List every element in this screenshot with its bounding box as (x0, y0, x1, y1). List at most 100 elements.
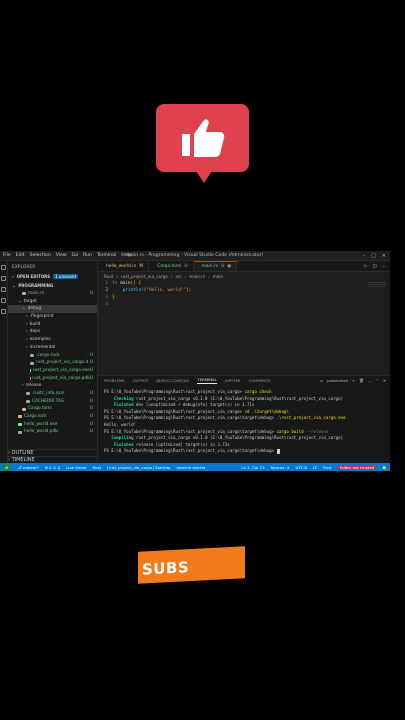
chevron-down-icon: ⌄ (18, 298, 22, 304)
more-actions-icon[interactable]: … (368, 378, 372, 383)
activity-bar (0, 261, 8, 463)
tree-item-hello-pdb[interactable]: hello_world.pdb U (8, 428, 97, 436)
chevron-down-icon: ⌄ (22, 306, 26, 312)
window-title: main.rs - Programming - Visual Studio Co… (126, 253, 264, 258)
tree-item-debug[interactable]: ⌄ debug (8, 305, 97, 314)
remote-icon[interactable]: ⇄ (2, 463, 12, 471)
thumbs-up-icon (182, 119, 225, 157)
run-icon[interactable]: ▷ (364, 264, 367, 269)
tree-item-fingerprint[interactable]: › .fingerprint (8, 313, 97, 321)
timeline-section[interactable]: › TIMELINE (8, 456, 98, 463)
split-editor-icon[interactable]: ◫ (372, 264, 376, 269)
language-mode[interactable]: Rust (323, 465, 332, 470)
chevron-right-icon: › (26, 337, 28, 343)
subscribe-text: SUBS (142, 558, 190, 579)
close-panel-icon[interactable]: ✕ (383, 378, 386, 383)
exe-file-icon (18, 423, 22, 427)
code-editor[interactable]: 1 fn main() { 2 println!("Hello, world!"… (98, 280, 390, 375)
tree-item-incremental[interactable]: › incremental (8, 344, 97, 352)
tree-item-cargo-toml[interactable]: Cargo.toml U (8, 405, 97, 413)
file-icon (30, 361, 34, 365)
outline-section[interactable]: › OUTLINE (8, 449, 98, 456)
chevron-right-icon: › (26, 321, 28, 327)
tab-problems[interactable]: PROBLEMS (104, 378, 125, 383)
chevron-right-icon: › (26, 329, 28, 335)
tree-item-rustc-info[interactable]: .rustc_info.json U (8, 390, 97, 398)
exe-file-icon (30, 369, 31, 373)
json-file-icon (26, 392, 30, 396)
title-bar: File Edit Selection View Go Run Terminal… (0, 251, 390, 261)
tree-item-project-pdb[interactable]: rust_project_via_cargo.pdb U (8, 375, 97, 383)
trust-notice[interactable]: Editor not trusted (337, 464, 377, 470)
tree-item-target[interactable]: ⌄ target (8, 298, 97, 306)
chevron-right-icon: › (12, 274, 14, 279)
extensions-icon[interactable] (1, 309, 6, 314)
tree-item-deps[interactable]: › deps (8, 328, 97, 336)
chevron-right-icon: › (8, 450, 10, 456)
lock-file-icon (18, 415, 22, 419)
rust-analyzer-status[interactable]: [rust_project_via_cargo] Starting (107, 465, 170, 470)
tree-item-examples[interactable]: › examples (8, 336, 97, 344)
shell-selector[interactable]: powershell (327, 378, 348, 383)
add-terminal-icon[interactable]: + (352, 378, 355, 383)
tree-item-cargo-lock-file[interactable]: .cargo-lock U (8, 352, 97, 360)
chevron-down-icon: ⌄ (12, 283, 16, 288)
tab-debug-console[interactable]: DEBUG CONSOLE (156, 378, 189, 383)
code-line: 2 println!("Hello, world!"); (105, 288, 192, 293)
subscribe-banner[interactable]: SUBS (138, 546, 245, 584)
code-line: 4 (105, 302, 108, 307)
minimap[interactable] (368, 282, 386, 287)
tab-jupyter[interactable]: JUPYTER (225, 378, 241, 383)
indentation[interactable]: Spaces: 4 (271, 465, 290, 470)
panel-tabs: PROBLEMS OUTPUT DEBUG CONSOLE TERMINAL J… (98, 376, 390, 385)
unsaved-badge: 1 unsaved (53, 274, 78, 279)
breadcrumb: Rust › rust_project_via_cargo › src › main.… (104, 273, 224, 279)
tree-item-cachedir[interactable]: CACHEDIR.TAG U (8, 398, 97, 406)
tab-terminal[interactable]: TERMINAL (197, 377, 217, 384)
tabnine-status[interactable]: tabnine starter (177, 465, 206, 470)
code-line: 1 fn main() { (105, 281, 142, 286)
eol[interactable]: LF (313, 465, 317, 470)
explorer-header: EXPLORER (12, 264, 36, 269)
terminal-output[interactable]: PS E:\0_YouTube\Programming\Rust\rust_pr… (98, 385, 390, 455)
tree-item-project-exe[interactable]: rust_project_via_cargo.exe U (8, 367, 97, 375)
more-actions-icon[interactable]: … (382, 264, 386, 269)
tree-item-cargo-lock[interactable]: Cargo.lock U (8, 413, 97, 421)
problems-status[interactable]: ⊗ 0 ⚠ 0 (45, 465, 60, 470)
tab-output[interactable]: OUTPUT (133, 378, 148, 383)
trash-icon[interactable]: 🗑 (359, 378, 364, 383)
tree-item-project-d[interactable]: rust_project_via_cargo.d U (8, 359, 97, 367)
code-line: 3 } (105, 295, 115, 300)
tab-main-rs[interactable]: main.rs U ● (193, 261, 238, 271)
tree-item-main-rs[interactable]: main.rs U (8, 290, 97, 298)
rust-file-icon (22, 292, 26, 296)
file-icon (26, 399, 30, 403)
tree-item-hello-exe[interactable]: hello_world.exe U (8, 421, 97, 429)
open-editors-section[interactable]: › OPEN EDITORS 1 unsaved (8, 272, 97, 281)
chevron-up-icon[interactable]: ⌃ (376, 378, 379, 383)
branch-status[interactable]: ⎇ master* (17, 465, 38, 470)
chevron-right-icon: › (26, 344, 28, 350)
rust-status[interactable]: Rust (93, 465, 102, 470)
terminal-icon: ▭ (319, 378, 324, 383)
vscode-window: File Edit Selection View Go Run Terminal… (0, 251, 390, 471)
file-icon (30, 353, 34, 357)
tab-hello-world[interactable]: hello_world.rs M (98, 261, 150, 271)
tree-item-build[interactable]: › build (8, 321, 97, 329)
editor-tabs: hello_world.rs M Cargo.toml U main.rs U … (98, 261, 390, 272)
tree-item-release[interactable]: › release (8, 382, 97, 390)
explorer-sidebar: EXPLORER › OPEN EDITORS 1 unsaved ⌄ PROG… (8, 261, 98, 463)
workspace-section[interactable]: ⌄ PROGRAMMING (8, 281, 97, 290)
encoding[interactable]: UTF-8 (295, 465, 306, 470)
tab-cargo-toml[interactable]: Cargo.toml U (149, 261, 194, 271)
file-icon (18, 430, 22, 434)
live-share-button[interactable]: Live Share (66, 465, 86, 470)
run-debug-icon[interactable] (1, 298, 6, 303)
source-control-icon[interactable] (1, 287, 6, 292)
cursor-position[interactable]: Ln 2, Col 13 (241, 465, 264, 470)
close-tab-icon[interactable]: ● (227, 264, 231, 269)
explorer-icon[interactable] (1, 265, 6, 270)
bell-icon[interactable]: 🔔 (382, 465, 387, 470)
search-icon[interactable] (1, 276, 6, 281)
tab-comments[interactable]: COMMENTS (249, 378, 271, 383)
